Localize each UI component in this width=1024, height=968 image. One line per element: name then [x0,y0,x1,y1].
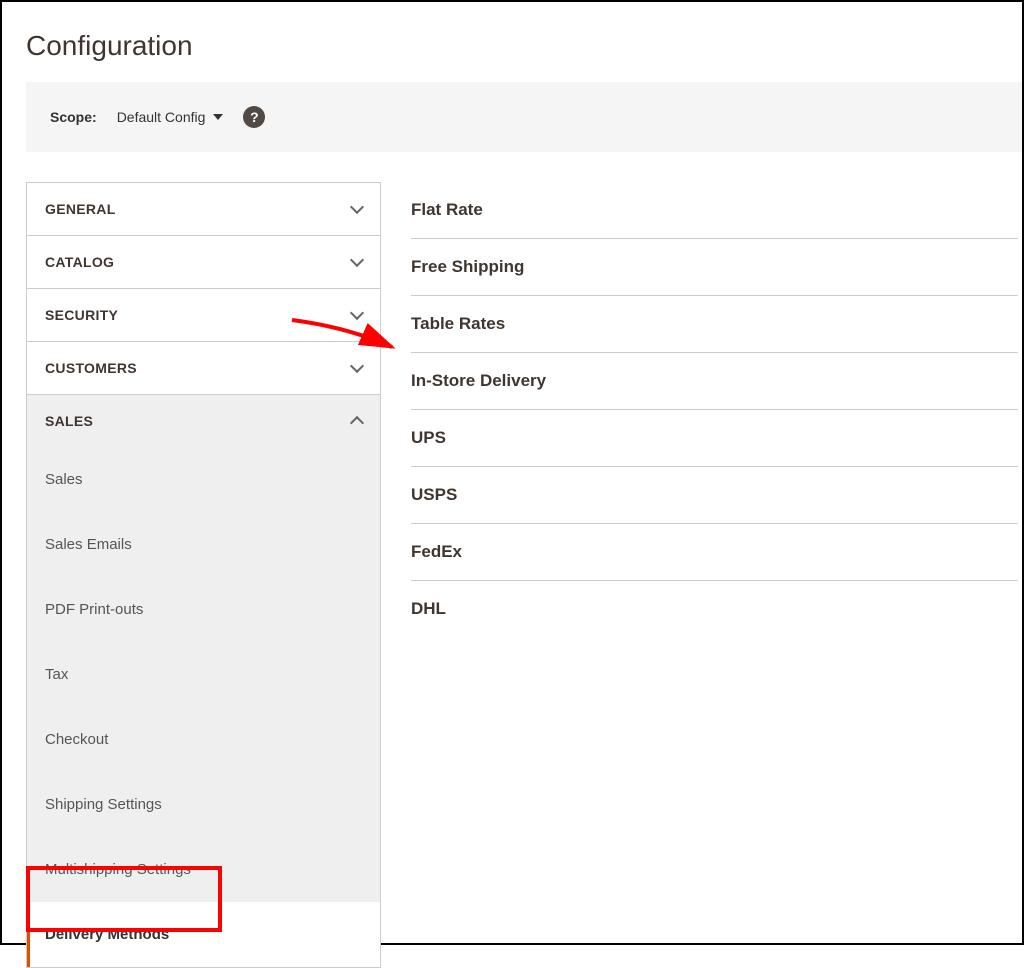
chevron-down-icon [350,306,364,320]
sidebar-item-pdf-printouts[interactable]: PDF Print-outs [27,577,380,642]
sidebar-item-checkout[interactable]: Checkout [27,707,380,772]
page-title: Configuration [2,2,1022,82]
sidebar-section-label: SALES [45,413,93,429]
sidebar-section-catalog[interactable]: CATALOG [27,236,380,289]
help-icon[interactable]: ? [243,106,265,128]
scope-label: Scope: [50,109,97,125]
method-ups[interactable]: UPS [411,410,1018,467]
chevron-down-icon [350,359,364,373]
caret-down-icon [213,114,223,120]
chevron-down-icon [350,253,364,267]
method-fedex[interactable]: FedEx [411,524,1018,581]
sidebar-item-shipping-settings[interactable]: Shipping Settings [27,772,380,837]
sidebar-sales-subitems: Sales Sales Emails PDF Print-outs Tax Ch… [27,447,380,967]
sidebar-section-label: GENERAL [45,201,116,217]
method-usps[interactable]: USPS [411,467,1018,524]
delivery-methods-panel: Flat Rate Free Shipping Table Rates In-S… [411,182,1022,637]
sidebar-section-label: CUSTOMERS [45,360,137,376]
sidebar-item-sales[interactable]: Sales [27,447,380,512]
sidebar-section-customers[interactable]: CUSTOMERS [27,342,380,395]
method-dhl[interactable]: DHL [411,581,1018,637]
scope-value: Default Config [117,109,206,125]
chevron-up-icon [350,416,364,430]
config-sidebar: GENERAL CATALOG SECURITY CUSTOMERS SALES… [26,182,381,968]
scope-selector[interactable]: Default Config [117,109,224,125]
chevron-down-icon [350,200,364,214]
sidebar-item-tax[interactable]: Tax [27,642,380,707]
sidebar-section-security[interactable]: SECURITY [27,289,380,342]
sidebar-section-label: SECURITY [45,307,118,323]
sidebar-section-sales[interactable]: SALES [27,395,380,447]
sidebar-item-sales-emails[interactable]: Sales Emails [27,512,380,577]
method-table-rates[interactable]: Table Rates [411,296,1018,353]
method-in-store-delivery[interactable]: In-Store Delivery [411,353,1018,410]
sidebar-section-general[interactable]: GENERAL [27,183,380,236]
sidebar-section-label: CATALOG [45,254,114,270]
sidebar-item-delivery-methods[interactable]: Delivery Methods [27,902,380,967]
sidebar-item-multishipping-settings[interactable]: Multishipping Settings [27,837,380,902]
method-free-shipping[interactable]: Free Shipping [411,239,1018,296]
method-flat-rate[interactable]: Flat Rate [411,182,1018,239]
scope-bar: Scope: Default Config ? [26,82,1022,152]
